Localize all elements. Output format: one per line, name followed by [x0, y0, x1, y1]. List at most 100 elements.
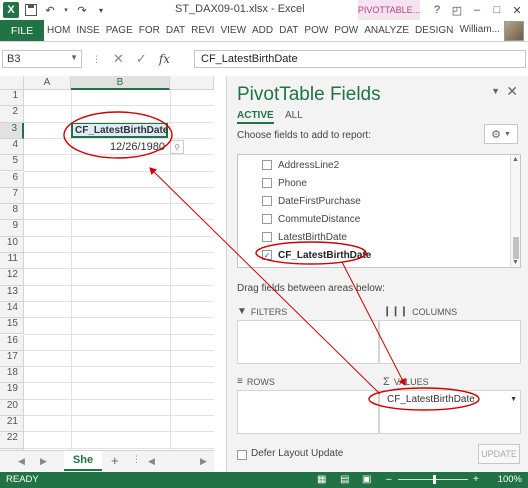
row-header[interactable]: 20 — [0, 399, 24, 416]
update-button[interactable]: UPDATE — [478, 444, 520, 464]
maximize-icon[interactable]: □ — [488, 2, 506, 18]
row-header[interactable]: 8 — [0, 204, 24, 221]
scroll-down-icon[interactable]: ▼ — [512, 259, 519, 266]
worksheet-grid[interactable]: A B 123456789101112131415161718192021222… — [0, 76, 214, 482]
name-box[interactable]: B3 ▼ — [2, 50, 82, 68]
tab-power-2[interactable]: POW — [332, 20, 360, 41]
sheet-tab[interactable]: She — [64, 451, 102, 471]
row-header[interactable]: 6 — [0, 171, 24, 188]
undo-icon[interactable]: ↶ — [43, 3, 57, 17]
tab-add-ins[interactable]: ADD — [250, 20, 275, 41]
tab-page-layout[interactable]: PAGE — [104, 20, 135, 41]
tools-button[interactable]: ⚙ ▼ — [484, 124, 518, 144]
redo-icon[interactable]: ↷ — [75, 3, 89, 17]
pane-options-icon[interactable]: ▼ — [491, 86, 500, 96]
close-icon[interactable]: ✕ — [506, 83, 518, 100]
scroll-left-icon[interactable]: ◀ — [18, 456, 25, 467]
row-header[interactable]: 2 — [0, 106, 24, 123]
column-header-c[interactable] — [170, 76, 214, 90]
tab-file[interactable]: FILE — [0, 20, 44, 41]
tab-view[interactable]: VIEW — [218, 20, 248, 41]
customize-qat-icon[interactable]: ▾ — [94, 3, 108, 17]
checkbox[interactable] — [262, 196, 272, 206]
row-header[interactable]: 5 — [0, 155, 24, 172]
tab-active[interactable]: ACTIVE — [237, 110, 274, 124]
new-sheet-icon[interactable]: + — [111, 453, 119, 468]
values-field-item[interactable]: CF_LatestBirthDate ▼ — [379, 390, 521, 408]
zoom-out-icon[interactable]: – — [386, 474, 392, 485]
field-list-scrollbar[interactable]: ▲ ▼ — [510, 155, 520, 267]
tab-all[interactable]: ALL — [285, 110, 303, 121]
field-list[interactable]: AddressLine2 Phone DateFirstPurchase Com… — [237, 154, 521, 268]
checkbox[interactable] — [262, 178, 272, 188]
tab-review[interactable]: REVI — [189, 20, 216, 41]
row-header[interactable]: 11 — [0, 253, 24, 270]
defer-checkbox[interactable] — [237, 450, 247, 460]
row-header[interactable]: 3 — [0, 122, 24, 139]
checkbox[interactable] — [262, 232, 272, 242]
row-header[interactable]: 7 — [0, 187, 24, 205]
cancel-icon[interactable]: ✕ — [113, 51, 124, 67]
cell-b3[interactable]: CF_LatestBirthDate — [71, 122, 168, 138]
checkbox[interactable] — [262, 214, 272, 224]
row-header[interactable]: 14 — [0, 301, 24, 319]
checkbox-checked[interactable]: ✓ — [262, 250, 272, 260]
save-icon[interactable] — [24, 3, 38, 17]
columns-drop-area[interactable] — [379, 320, 521, 364]
field-item[interactable]: DateFirstPurchase — [262, 193, 361, 209]
tab-design[interactable]: DESIGN — [413, 20, 455, 41]
column-header-b[interactable]: B — [71, 76, 170, 90]
checkbox[interactable] — [262, 160, 272, 170]
close-icon[interactable]: ✕ — [508, 2, 526, 18]
tab-formulas[interactable]: FOR — [137, 20, 162, 41]
excel-logo-icon[interactable]: X — [3, 2, 19, 18]
tab-data[interactable]: DAT — [164, 20, 187, 41]
chevron-down-icon[interactable]: ▼ — [70, 53, 78, 62]
tab-analyze[interactable]: ANALYZE — [362, 20, 411, 41]
user-name[interactable]: William... — [459, 24, 500, 35]
row-header[interactable]: 21 — [0, 416, 24, 433]
hscroll-left-icon[interactable]: ◀ — [148, 456, 155, 467]
page-break-view-icon[interactable]: ▣ — [362, 474, 371, 485]
row-header[interactable]: 17 — [0, 350, 24, 368]
avatar[interactable] — [504, 21, 524, 41]
zoom-level[interactable]: 100% — [498, 474, 522, 485]
zoom-slider-thumb[interactable] — [433, 475, 436, 484]
row-header[interactable]: 19 — [0, 383, 24, 400]
page-layout-view-icon[interactable]: ▤ — [340, 474, 349, 485]
pivottable-tools-tab[interactable]: PIVOTTABLE... — [358, 0, 420, 20]
scroll-up-icon[interactable]: ▲ — [512, 156, 519, 163]
select-all-corner[interactable] — [0, 76, 24, 90]
zoom-in-icon[interactable]: + — [473, 474, 479, 485]
hscroll-right-icon[interactable]: ▶ — [200, 456, 207, 467]
row-header[interactable]: 4 — [0, 138, 24, 156]
field-item[interactable]: Phone — [262, 175, 307, 191]
scroll-right-icon[interactable]: ▶ — [40, 456, 47, 467]
insert-function-icon[interactable]: fx — [159, 52, 170, 66]
tab-home[interactable]: HOM — [45, 20, 72, 41]
rows-drop-area[interactable] — [237, 390, 379, 434]
row-header[interactable]: 15 — [0, 318, 24, 335]
row-header[interactable]: 9 — [0, 220, 24, 237]
normal-view-icon[interactable]: ▦ — [317, 474, 326, 485]
row-header[interactable]: 18 — [0, 367, 24, 384]
row-header[interactable]: 16 — [0, 334, 24, 351]
scroll-thumb[interactable] — [513, 237, 519, 259]
formula-input[interactable]: CF_LatestBirthDate — [194, 50, 526, 68]
ribbon-display-icon[interactable]: ◰ — [448, 2, 466, 18]
help-icon[interactable]: ? — [428, 2, 446, 18]
undo-dropdown-icon[interactable]: ▾ — [62, 3, 70, 17]
tab-power-1[interactable]: POW — [302, 20, 330, 41]
tab-insert[interactable]: INSE — [74, 20, 101, 41]
row-header[interactable]: 13 — [0, 285, 24, 302]
quick-explore-icon[interactable]: ⚲ — [170, 140, 184, 154]
row-header[interactable]: 10 — [0, 236, 24, 253]
enter-icon[interactable]: ✓ — [136, 51, 147, 67]
field-item[interactable]: LatestBirthDate — [262, 229, 347, 245]
field-item[interactable]: ✓ CF_LatestBirthDate — [262, 247, 371, 263]
row-header[interactable]: 22 — [0, 432, 24, 449]
row-header[interactable]: 12 — [0, 269, 24, 286]
field-item[interactable]: AddressLine2 — [262, 157, 339, 173]
column-header-a[interactable]: A — [24, 76, 71, 90]
filters-drop-area[interactable] — [237, 320, 379, 364]
